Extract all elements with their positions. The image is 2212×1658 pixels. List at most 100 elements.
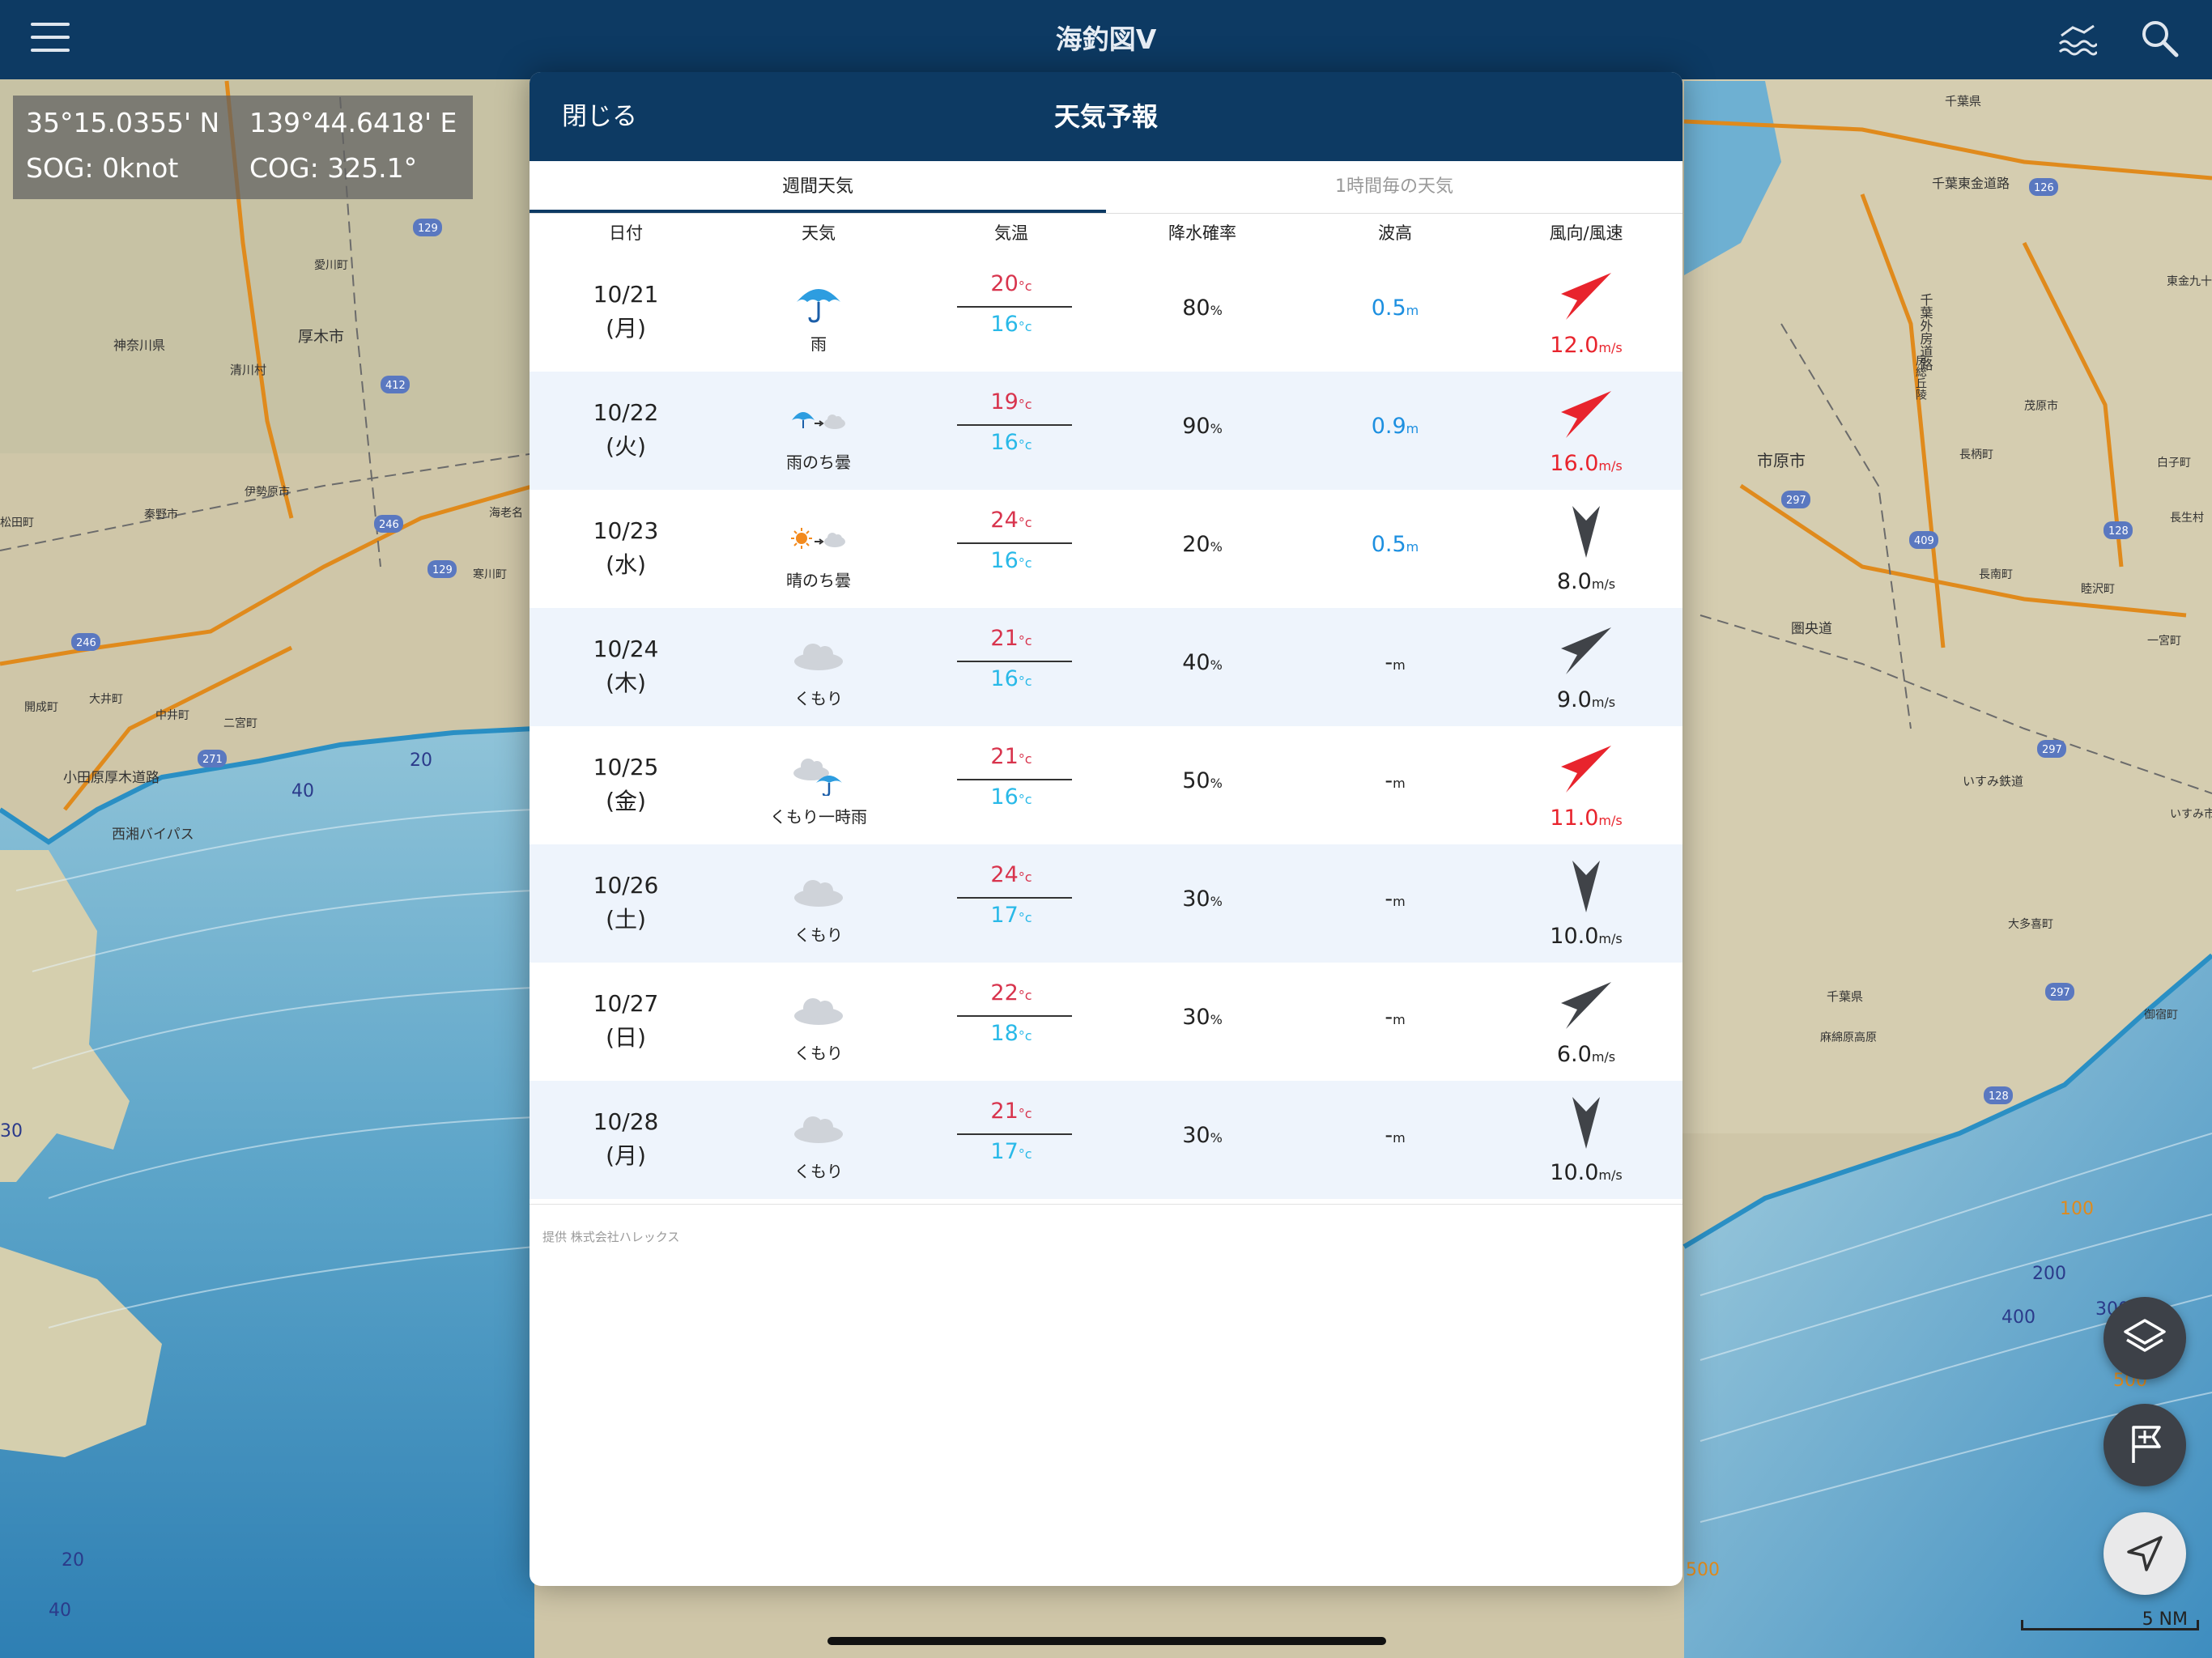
svg-text:129: 129 [432,564,453,576]
app-title: 海釣図V [1055,23,1157,55]
forecast-date: 10/21 (月) [530,278,722,351]
wave-height-value: 0.9m [1371,414,1419,439]
forecast-wind: 10.0m/s [1490,1081,1682,1199]
forecast-row: 10/21 (月) 雨 20°c 16°c 80% 0.5m 12.0m/s [530,253,1682,372]
weather-label: くもり [794,1044,843,1063]
forecast-weather: 雨のち曇 [722,372,915,490]
forecast-temperature: 19°c 16°c [915,372,1108,490]
temperature-divider [957,1133,1072,1135]
svg-text:一宮町: 一宮町 [2147,635,2181,648]
day-of-week: (水) [606,551,646,578]
tab-weekly-weather[interactable]: 週間天気 [530,161,1106,213]
svg-text:麻綿原高原: 麻綿原高原 [1820,1031,1877,1044]
weather-label: くもり [794,925,843,945]
modal-title: 天気予報 [1053,101,1158,132]
precipitation-value: 80% [1182,295,1223,321]
table-divider [530,1204,1682,1205]
umbrella-icon [797,289,840,323]
precipitation-value: 30% [1182,1123,1223,1148]
current-location-button[interactable] [2104,1512,2186,1595]
wind-speed-value: 10.0m/s [1550,924,1623,949]
forecast-wind: 16.0m/s [1490,372,1682,490]
svg-text:茂原市: 茂原市 [2024,399,2058,413]
column-header-weather: 天気 [802,223,836,243]
wind-speed-value: 8.0m/s [1556,569,1616,594]
forecast-row: 10/26 (土) くもり 24°c 17°c 30% -m 10.0m/s [530,844,1682,963]
svg-text:40: 40 [291,781,314,801]
forecast-wind: 12.0m/s [1490,253,1682,372]
svg-text:愛川町: 愛川町 [314,259,348,272]
forecast-row: 10/24 (木) くもり 21°c 16°c 40% -m 9.0m/s [530,608,1682,726]
low-temperature: 16°c [990,666,1032,691]
svg-text:大井町: 大井町 [89,693,123,706]
svg-text:厚木市: 厚木市 [298,328,344,346]
layers-button[interactable] [2104,1297,2186,1380]
svg-text:圏央道: 圏央道 [1791,621,1832,637]
svg-text:開成町: 開成町 [24,701,58,714]
forecast-weather: くもり [722,963,915,1081]
svg-text:長柄町: 長柄町 [1959,449,1993,461]
home-indicator[interactable] [827,1637,1386,1645]
forecast-temperature: 24°c 17°c [915,844,1108,963]
svg-text:長生村: 長生村 [2170,512,2204,525]
high-temperature: 24°c [990,508,1032,533]
tide-waves-icon[interactable] [2057,19,2097,60]
forecast-weather: くもり [722,608,915,726]
wind-speed-value: 10.0m/s [1550,1160,1623,1185]
wave-height-value: -m [1385,886,1406,912]
forecast-temperature: 20°c 16°c [915,253,1108,372]
svg-text:大多喜町: 大多喜町 [2008,917,2053,931]
column-header-precipitation: 降水確率 [1168,223,1236,243]
forecast-precipitation: 30% [1106,844,1299,963]
forecast-date: 10/28 (月) [530,1105,722,1178]
weather-label: 雨のち曇 [786,453,851,472]
forecast-precipitation: 90% [1106,372,1299,490]
forecast-wave: -m [1299,963,1491,1081]
search-icon[interactable] [2139,18,2180,58]
svg-text:297: 297 [1786,495,1806,507]
precipitation-value: 90% [1182,414,1223,439]
forecast-row: 10/25 (金) くもり一時雨 21°c 16°c 50% -m 11.0m/s [530,726,1682,844]
svg-text:御宿町: 御宿町 [2144,1008,2178,1022]
precipitation-value: 30% [1182,886,1223,912]
high-temperature: 22°c [990,980,1032,1005]
forecast-wave: -m [1299,608,1491,726]
wind-speed-value: 9.0m/s [1556,687,1616,712]
tab-hourly-weather[interactable]: 1時間毎の天気 [1106,161,1682,213]
column-header-wave-height: 波高 [1378,223,1412,243]
modal-header: 閉じる 天気予報 [530,72,1682,161]
date-text: 10/22 [593,399,659,426]
forecast-date: 10/27 (日) [530,987,722,1060]
forecast-wave: 0.5m [1299,490,1491,608]
svg-text:500: 500 [1686,1560,1720,1580]
precipitation-value: 30% [1182,1005,1223,1030]
cloud-with-rain-icon [793,759,842,796]
temperature-divider [957,424,1072,426]
add-waypoint-button[interactable] [2104,1404,2186,1486]
wind-direction-arrow-icon [1561,627,1611,674]
svg-text:秦野市: 秦野市 [144,508,178,521]
cloud-icon [794,880,843,907]
svg-text:128: 128 [1989,1090,2009,1103]
weather-forecast-modal: 閉じる 天気予報 週間天気 1時間毎の天気 日付 天気 気温 降水確率 波高 風… [530,72,1682,1586]
cloud-icon [794,644,843,670]
forecast-date: 10/24 (木) [530,632,722,705]
high-temperature: 19°c [990,389,1032,414]
svg-text:西湘バイパス: 西湘バイパス [112,827,194,843]
forecast-temperature: 21°c 17°c [915,1081,1108,1199]
location-arrow-icon [2127,1536,2163,1571]
column-header-date: 日付 [609,223,643,243]
position-readout: 35°15.0355' N 139°44.6418' E SOG: 0knot … [13,96,473,199]
wind-speed-value: 6.0m/s [1556,1042,1616,1067]
svg-text:千葉県: 千葉県 [1827,989,1863,1004]
wind-direction-arrow-icon [1572,1097,1600,1149]
wave-height-value: 0.5m [1371,295,1419,321]
svg-text:寒川町: 寒川町 [473,568,507,581]
rain-then-cloud-icon [792,412,845,429]
wave-height-value: -m [1385,1005,1406,1030]
svg-text:30: 30 [0,1121,23,1141]
date-text: 10/25 [593,754,659,780]
svg-text:20: 20 [410,750,432,771]
forecast-tabs: 週間天気 1時間毎の天気 [530,161,1682,214]
forecast-wind: 6.0m/s [1490,963,1682,1081]
